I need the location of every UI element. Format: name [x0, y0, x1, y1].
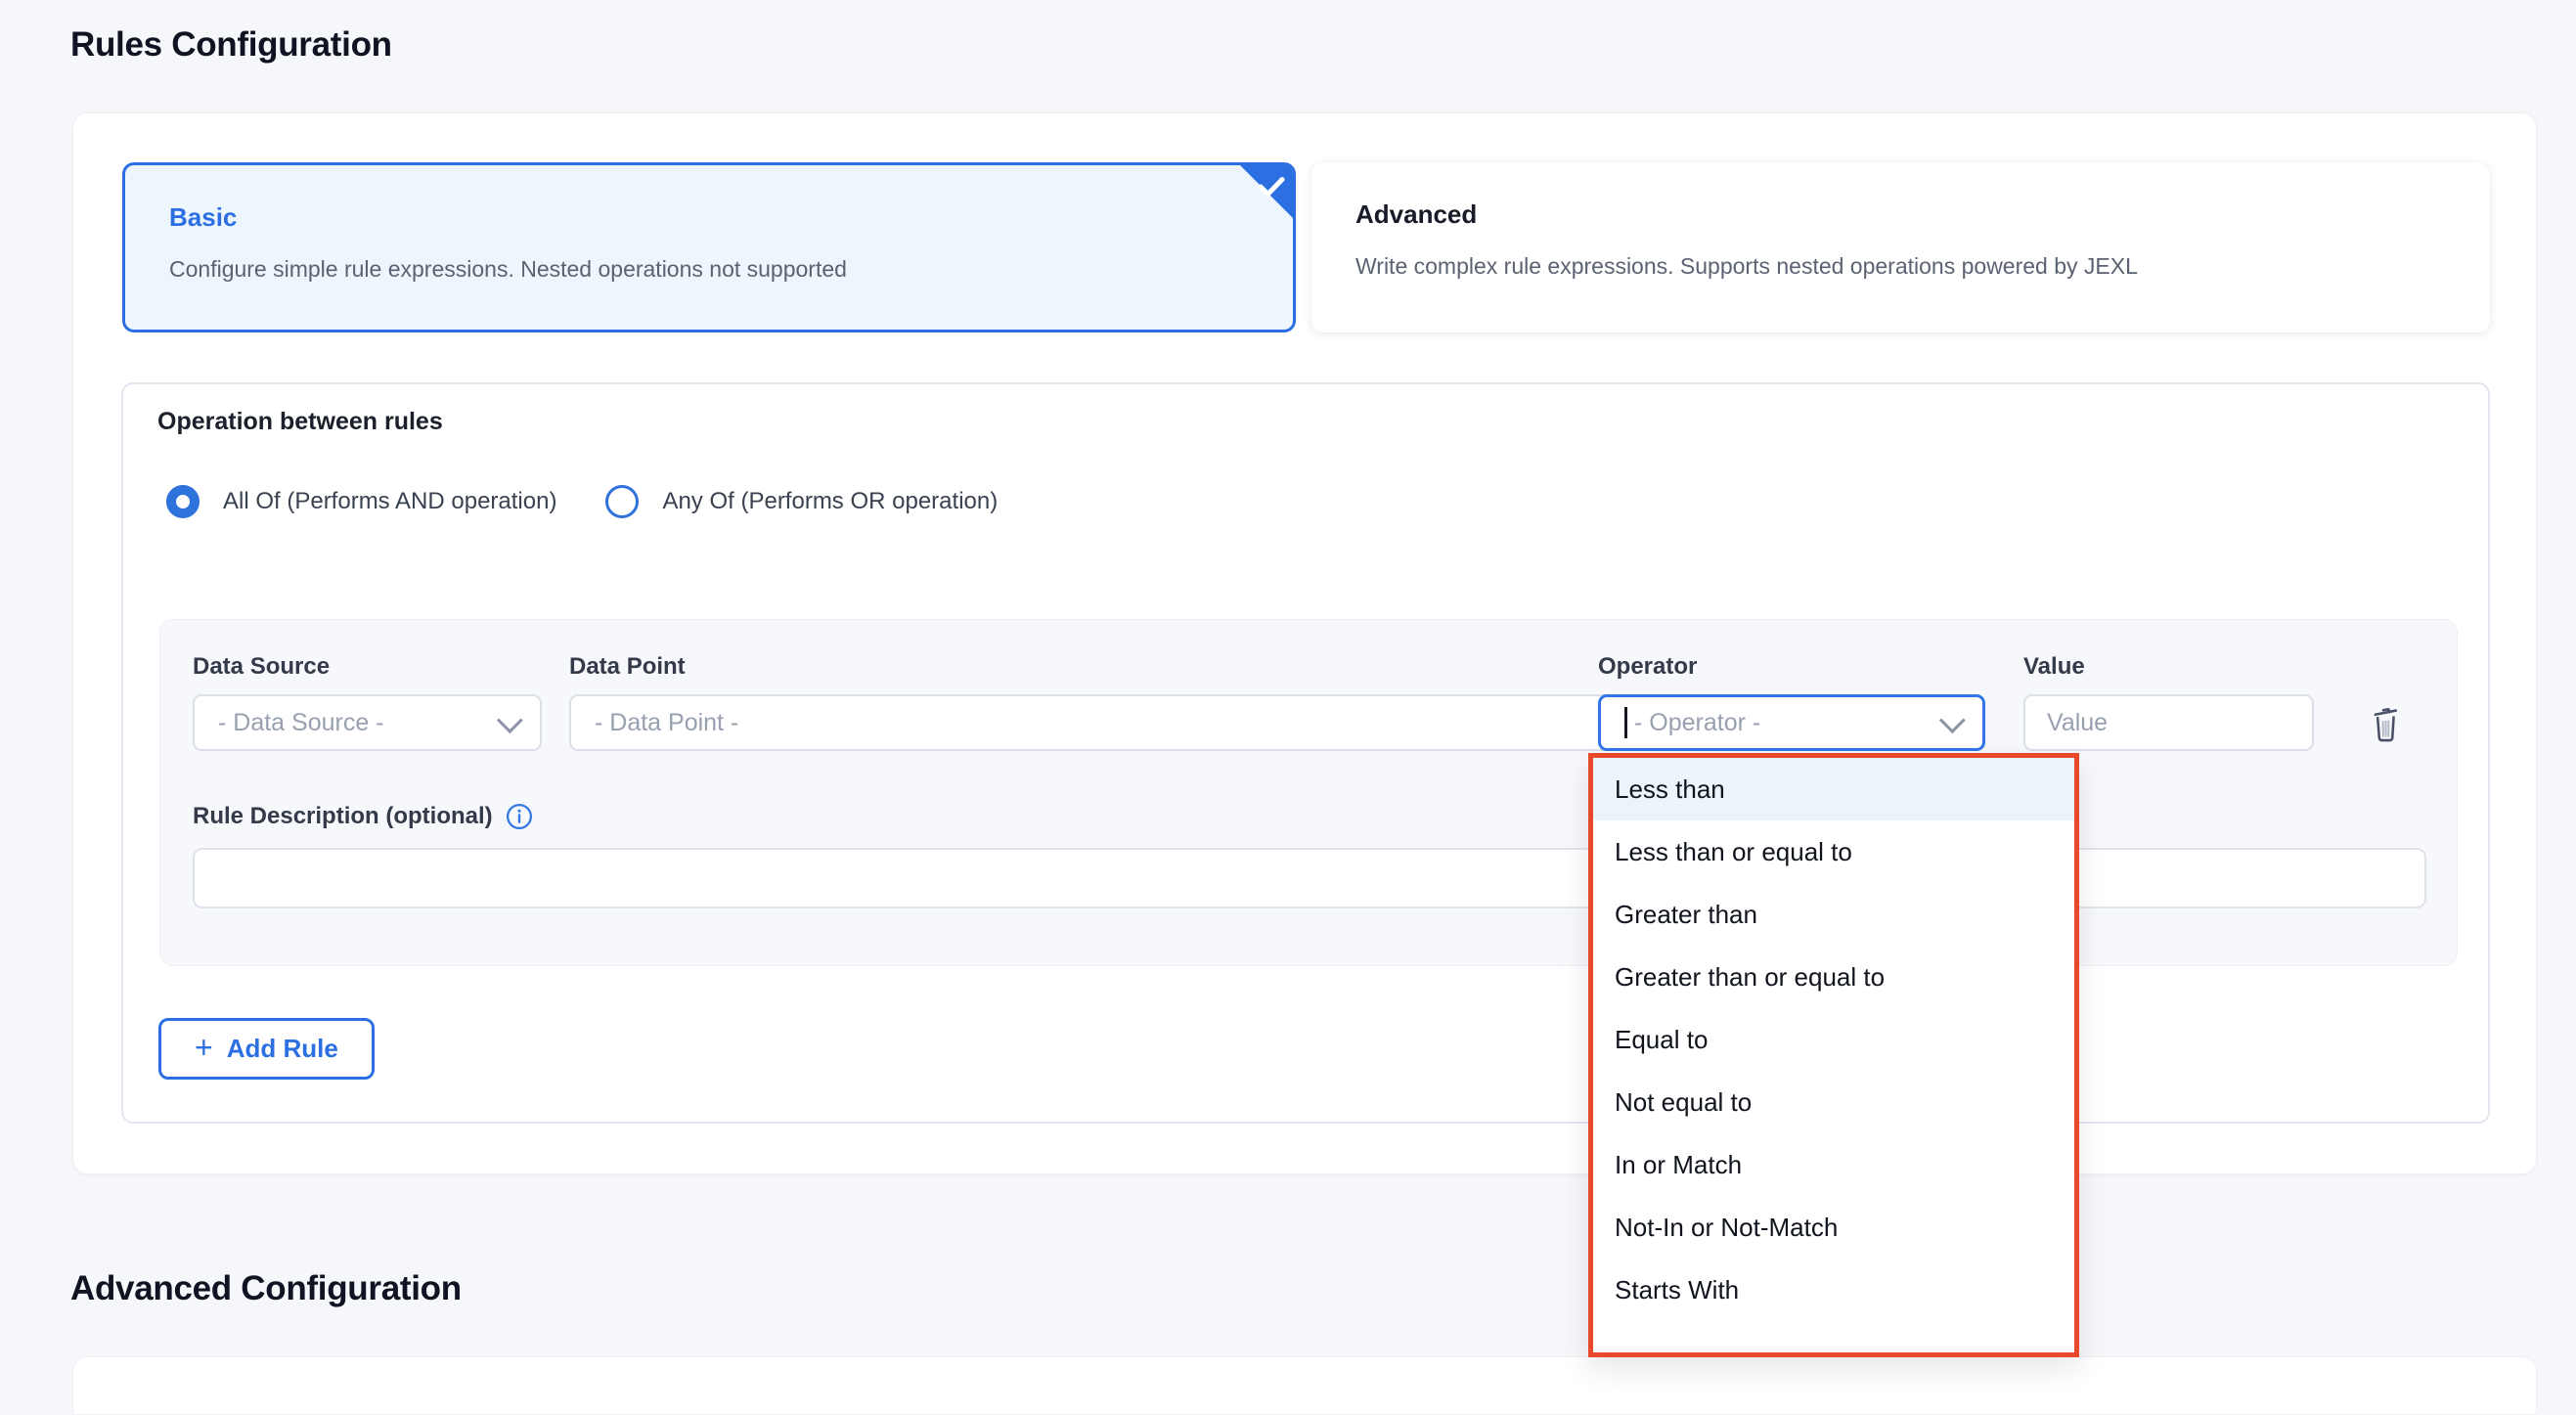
tab-advanced-description: Write complex rule expressions. Supports… — [1355, 253, 2446, 280]
radio-any-of-label[interactable]: Any Of (Performs OR operation) — [662, 488, 998, 515]
rules-configuration-card: Basic Configure simple rule expressions.… — [72, 112, 2537, 1174]
radio-all-of[interactable] — [166, 485, 200, 518]
dropdown-option[interactable]: Equal to — [1593, 1008, 2074, 1071]
data-point-label: Data Point — [569, 653, 686, 681]
tab-basic-description: Configure simple rule expressions. Neste… — [169, 256, 1249, 283]
trash-icon — [2368, 701, 2403, 742]
data-source-label: Data Source — [193, 653, 330, 681]
dropdown-option[interactable]: Not equal to — [1593, 1071, 2074, 1133]
operation-between-rules-label: Operation between rules — [157, 408, 443, 436]
dropdown-option[interactable]: In or Match — [1593, 1133, 2074, 1196]
text-caret — [1624, 707, 1627, 738]
chevron-down-icon — [497, 707, 523, 733]
add-rule-label: Add Rule — [227, 1034, 338, 1064]
dropdown-option[interactable]: Starts With — [1593, 1259, 2074, 1321]
value-label: Value — [2023, 653, 2085, 681]
dropdown-option[interactable]: Less than or equal to — [1593, 820, 2074, 883]
add-rule-button[interactable]: + Add Rule — [158, 1018, 375, 1080]
rule-description-label: Rule Description (optional) — [193, 802, 534, 831]
value-input[interactable] — [2023, 694, 2314, 751]
tab-advanced[interactable]: Advanced Write complex rule expressions.… — [1311, 162, 2490, 332]
data-point-placeholder: - Data Point - — [595, 709, 1679, 737]
plus-icon: + — [195, 1032, 213, 1063]
radio-any-of[interactable] — [605, 485, 639, 518]
page-title: Rules Configuration — [70, 25, 392, 65]
dropdown-option[interactable]: Not-In or Not-Match — [1593, 1196, 2074, 1259]
rule-row: Data Source - Data Source - Data Point -… — [159, 619, 2458, 966]
radio-all-of-label[interactable]: All Of (Performs AND operation) — [223, 488, 556, 515]
rule-description-input[interactable] — [193, 848, 2426, 908]
advanced-configuration-title: Advanced Configuration — [70, 1269, 462, 1308]
dropdown-option[interactable]: Less than — [1593, 758, 2074, 820]
operator-select[interactable]: - Operator - — [1598, 694, 1985, 751]
dropdown-option[interactable]: Greater than — [1593, 883, 2074, 946]
operator-dropdown: Less than Less than or equal to Greater … — [1588, 753, 2079, 1357]
advanced-configuration-card — [72, 1356, 2537, 1415]
data-point-select[interactable]: - Data Point - — [569, 694, 1723, 751]
tab-basic[interactable]: Basic Configure simple rule expressions.… — [122, 162, 1296, 332]
operator-label: Operator — [1598, 653, 1697, 681]
data-source-placeholder: - Data Source - — [218, 709, 498, 737]
chevron-down-icon — [1939, 707, 1966, 733]
check-icon — [1257, 175, 1286, 199]
tab-basic-title: Basic — [169, 202, 1249, 233]
dropdown-option[interactable]: Greater than or equal to — [1593, 946, 2074, 1008]
operation-radio-group: All Of (Performs AND operation) Any Of (… — [166, 485, 998, 518]
info-icon[interactable] — [505, 802, 534, 831]
delete-rule-button[interactable] — [2363, 700, 2408, 745]
operator-placeholder: - Operator - — [1634, 709, 1940, 737]
operation-box: Operation between rules All Of (Performs… — [121, 382, 2490, 1124]
data-source-select[interactable]: - Data Source - — [193, 694, 542, 751]
tab-advanced-title: Advanced — [1355, 199, 2446, 230]
